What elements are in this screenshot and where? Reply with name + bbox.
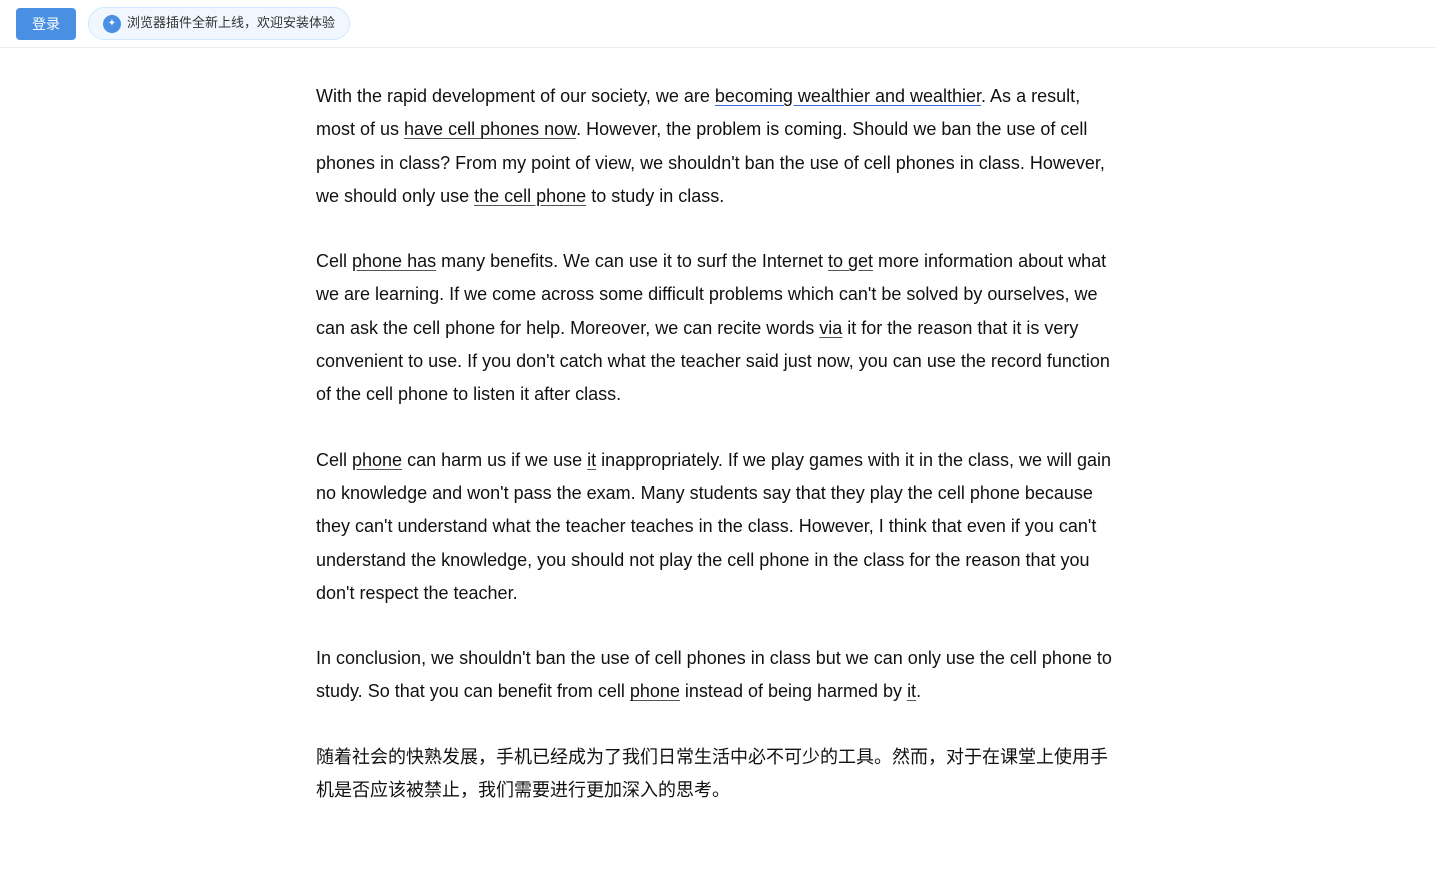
plugin-notice-banner[interactable]: ✦ 浏览器插件全新上线，欢迎安装体验 <box>88 7 350 40</box>
paragraph-p4: In conclusion, we shouldn't ban the use … <box>316 642 1120 709</box>
paragraph-p2: Cell phone has many benefits. We can use… <box>316 245 1120 411</box>
paragraph-p3: Cell phone can harm us if we use it inap… <box>316 444 1120 610</box>
main-content: With the rapid development of our societ… <box>268 48 1168 879</box>
plugin-icon: ✦ <box>103 15 121 33</box>
paragraph-p1: With the rapid development of our societ… <box>316 80 1120 213</box>
plugin-notice-text: 浏览器插件全新上线，欢迎安装体验 <box>127 12 335 35</box>
login-button[interactable]: 登录 <box>16 8 76 40</box>
topbar: 登录 ✦ 浏览器插件全新上线，欢迎安装体验 <box>0 0 1436 48</box>
paragraph-p5: 随着社会的快熟发展，手机已经成为了我们日常生活中必不可少的工具。然而，对于在课堂… <box>316 741 1120 808</box>
